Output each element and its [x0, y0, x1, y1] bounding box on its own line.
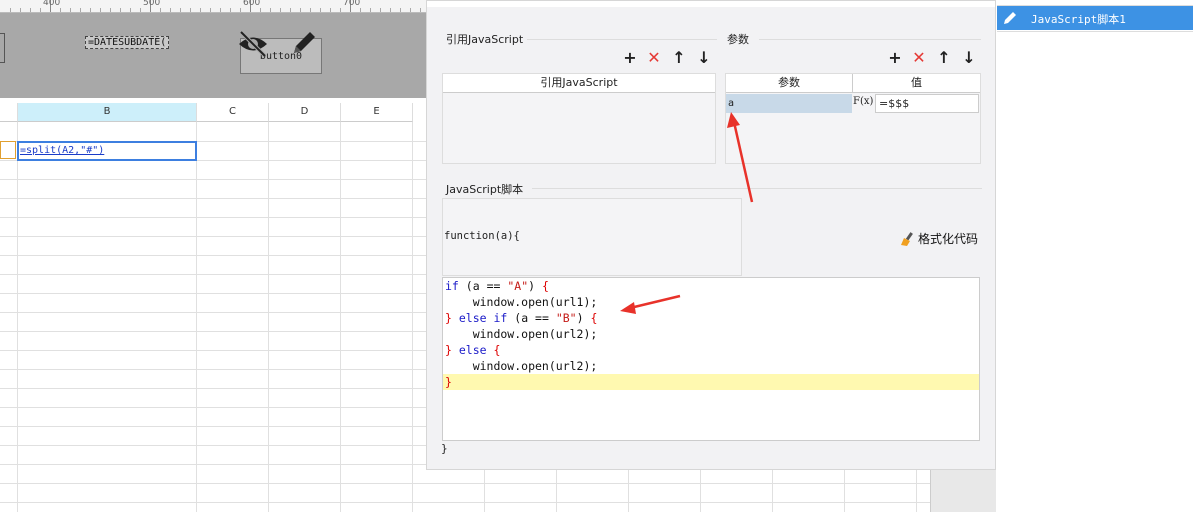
arrow-to-code: [629, 294, 681, 310]
script-list-sidebar: JavaScript脚本1: [997, 0, 1193, 512]
arrow-head-code: [620, 302, 636, 314]
arrow-head-param: [727, 112, 740, 128]
arrow-to-param: [732, 121, 754, 203]
script-list-item-label: JavaScript脚本1: [1031, 13, 1126, 26]
script-list-item[interactable]: JavaScript脚本1: [997, 6, 1193, 30]
edit-pencil-icon: [1004, 12, 1016, 24]
